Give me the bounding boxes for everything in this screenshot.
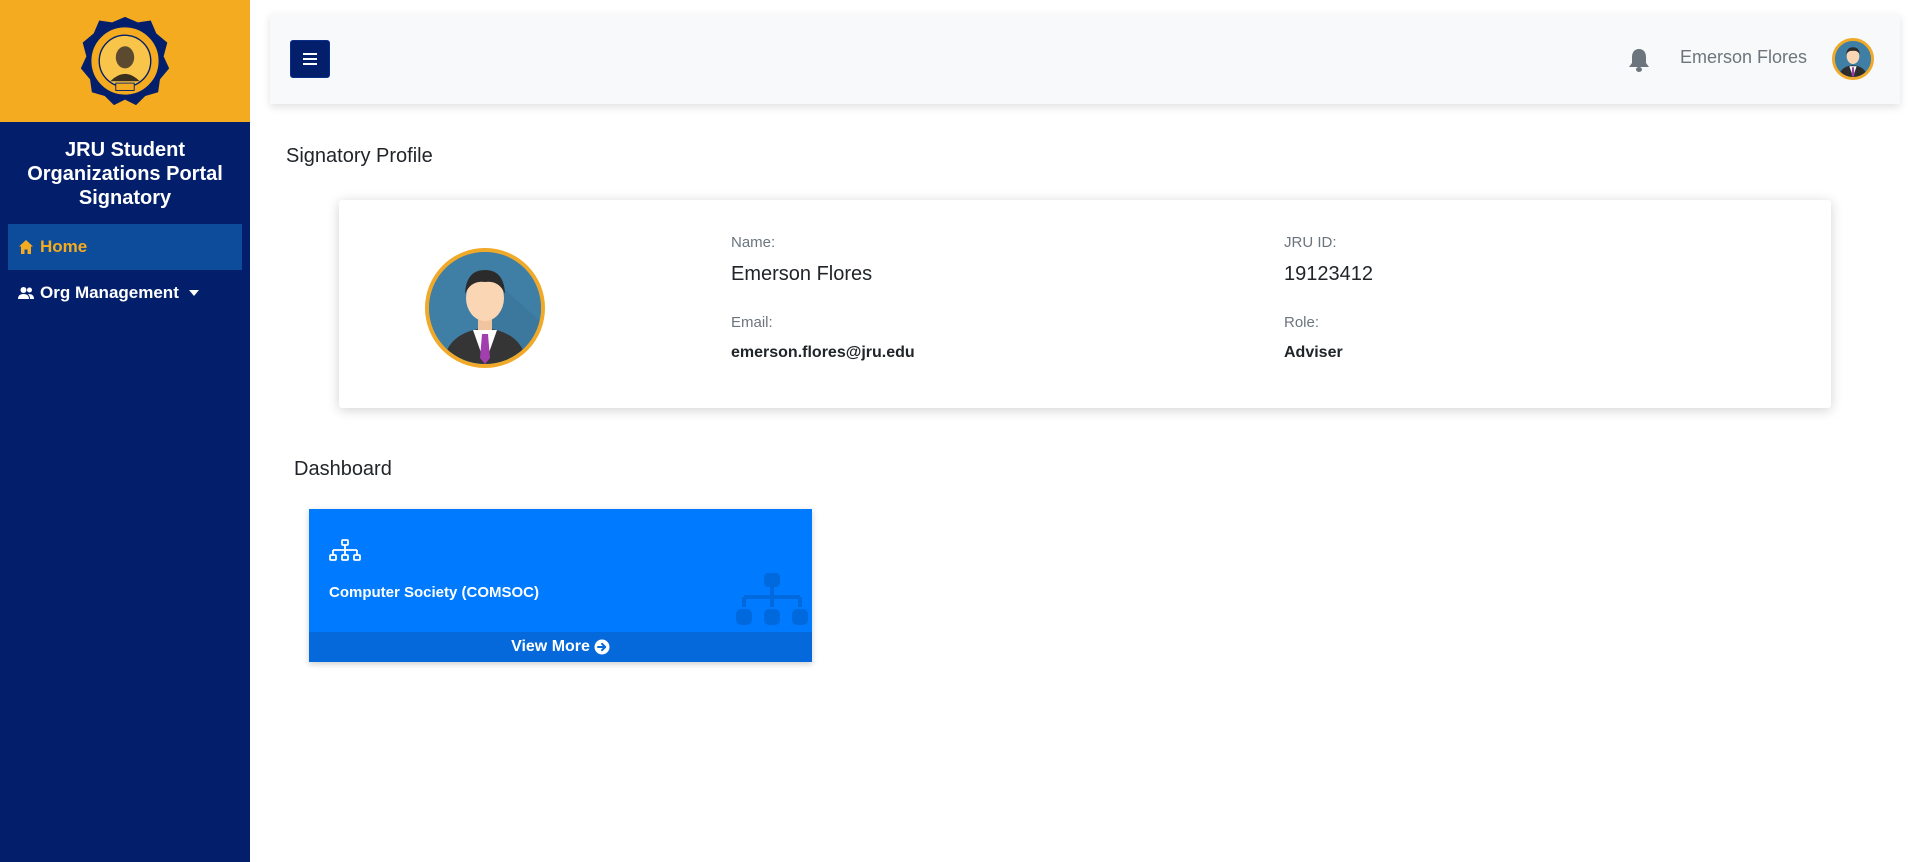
sidebar-toggle-button[interactable] [290, 40, 330, 78]
sidebar-item-org-management[interactable]: Org Management [8, 270, 242, 316]
user-avatar-icon [1835, 41, 1871, 77]
user-name-label[interactable]: Emerson Flores [1680, 47, 1807, 68]
sitemap-icon [329, 539, 361, 561]
portal-brand-title: JRU Student Organizations Portal Signato… [27, 139, 223, 209]
org-name: Computer Society (COMSOC) [329, 584, 540, 601]
profile-section-title: Signatory Profile [286, 145, 433, 167]
role-label: Role: [1284, 314, 1320, 331]
bell-icon[interactable] [1627, 47, 1651, 73]
avatar[interactable] [1832, 38, 1874, 80]
top-navbar: Emerson Flores [270, 14, 1900, 104]
org-card-comsoc[interactable]: Computer Society (COMSOC) View More [309, 509, 812, 662]
sidebar: JRU Student Organizations Portal Signato… [0, 0, 250, 862]
avatar [425, 248, 545, 368]
role-value: Adviser [1284, 344, 1343, 361]
name-value: Emerson Flores [731, 263, 873, 285]
users-icon [18, 287, 34, 299]
user-avatar-icon [429, 252, 541, 364]
sidebar-item-home[interactable]: Home [8, 224, 242, 270]
sidebar-item-label: Home [40, 237, 88, 256]
name-label: Name: [731, 234, 776, 251]
jru-id-label: JRU ID: [1284, 234, 1337, 251]
logo-area [0, 0, 250, 122]
jru-id-value: 19123412 [1284, 263, 1373, 285]
view-more-label: View More [511, 638, 590, 655]
view-more-link[interactable]: View More [309, 632, 812, 662]
chevron-down-icon [188, 290, 199, 296]
email-label: Email: [731, 314, 773, 331]
email-value: emerson.flores@jru.edu [731, 344, 915, 361]
profile-card: Name: Emerson Flores Email: emerson.flor… [339, 200, 1831, 408]
hamburger-icon [303, 53, 317, 65]
arrow-circle-right-icon [594, 639, 610, 655]
dashboard-section-title: Dashboard [294, 458, 392, 480]
university-seal-logo[interactable] [79, 15, 171, 107]
sitemap-watermark-icon [736, 573, 808, 625]
home-icon [19, 240, 33, 254]
sidebar-item-label: Org Management [40, 283, 179, 302]
